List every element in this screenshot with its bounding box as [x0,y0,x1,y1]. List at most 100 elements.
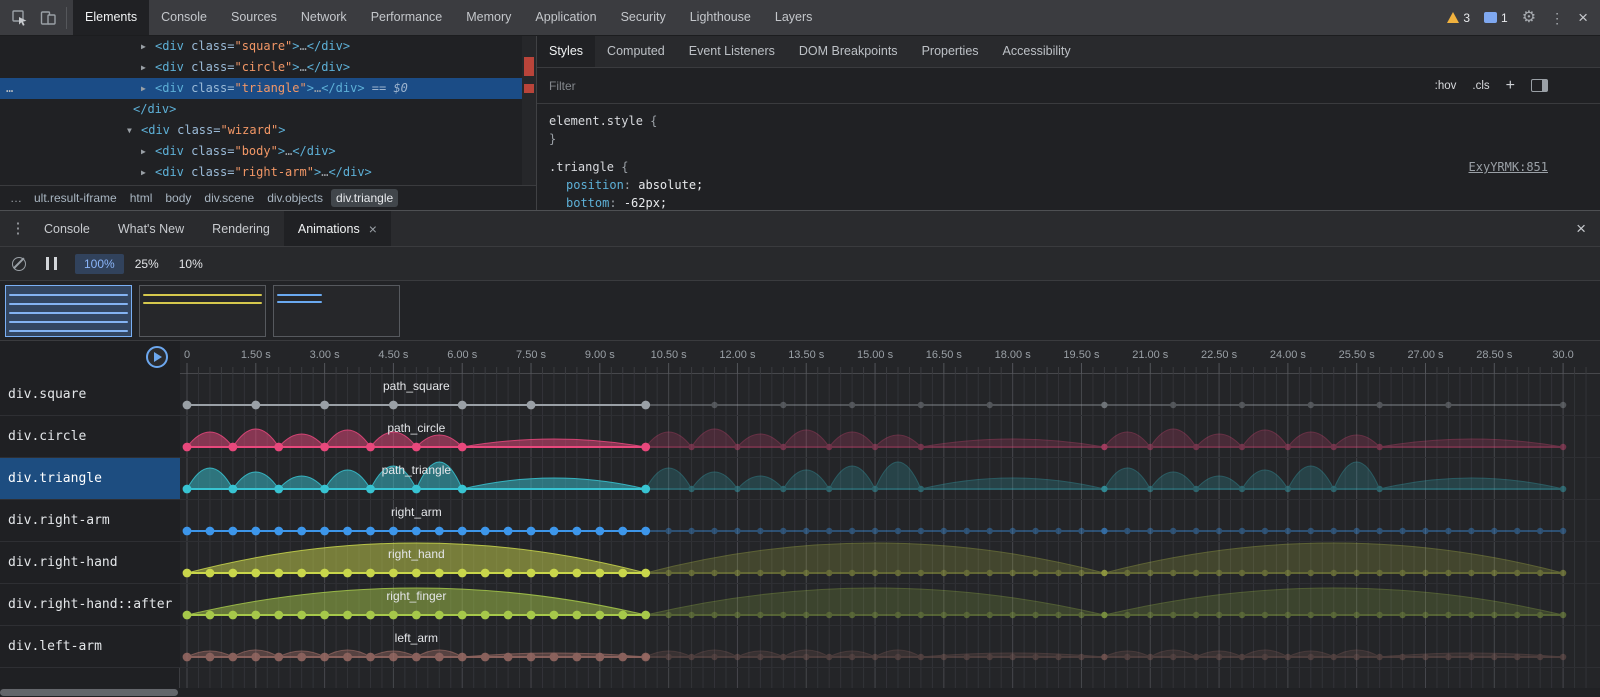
tab-elements[interactable]: Elements [73,0,149,35]
animation-track[interactable]: path_triangle [180,458,1600,499]
drawer-tab-what-s-new[interactable]: What's New [104,211,198,246]
playback-rate-button[interactable]: 100% [75,254,124,274]
dom-node[interactable]: </div> [0,99,522,120]
tab-performance[interactable]: Performance [359,0,455,35]
breadcrumb-overflow[interactable]: … [6,191,26,205]
more-options-icon[interactable]: ⋮ [1550,11,1564,25]
more-icon[interactable]: … [6,78,14,99]
breadcrumb-item[interactable]: body [160,189,196,207]
track-canvas: right_finger [180,584,1600,626]
disclosure-triangle-icon[interactable]: ▶ [141,36,146,57]
sidebar-toggle-icon[interactable] [1531,79,1548,92]
animation-preview[interactable] [139,285,266,337]
inspect-icon[interactable] [12,10,28,26]
drawer-tab-console[interactable]: Console [30,211,104,246]
breadcrumb-item[interactable]: ult.result-iframe [29,189,122,207]
tab-computed[interactable]: Computed [595,36,677,67]
horizontal-scrollbar[interactable] [0,688,1600,697]
disclosure-triangle-icon[interactable]: ▼ [127,120,132,141]
elements-scrollbar[interactable] [522,36,536,185]
tab-accessibility[interactable]: Accessibility [991,36,1083,67]
styles-tab-strip: StylesComputedEvent ListenersDOM Breakpo… [537,36,1600,68]
animation-track[interactable]: right_finger [180,584,1600,625]
syntax-token: } [549,132,556,146]
animation-node-label[interactable]: div.right-hand::after [0,584,180,625]
drawer-tab-animations[interactable]: Animations× [284,211,391,246]
tab-event-listeners[interactable]: Event Listeners [677,36,787,67]
device-toolbar-icon[interactable] [40,10,56,26]
tab-lighthouse[interactable]: Lighthouse [678,0,763,35]
playback-rate-group: 100%25%10% [75,254,212,274]
disclosure-triangle-icon[interactable]: ▶ [141,141,146,162]
styles-filter-input[interactable] [549,79,769,93]
syntax-token: … [300,60,307,74]
toggle-element-state-button[interactable]: :hov [1435,80,1457,92]
syntax-token: > [278,144,285,158]
settings-icon[interactable]: ⚙ [1522,11,1536,25]
timeline-body: div.squarepath_squarediv.circlepath_circ… [0,374,1600,697]
animation-node-label[interactable]: div.right-arm [0,500,180,541]
animation-track[interactable]: right_hand [180,542,1600,583]
style-source-link[interactable]: ExyYRMK:851 [1469,158,1548,176]
close-drawer-icon[interactable]: × [1576,219,1586,239]
tab-security[interactable]: Security [609,0,678,35]
animation-track[interactable]: left_arm [180,626,1600,667]
warning-count: 3 [1463,11,1470,25]
dom-node[interactable]: …▶<div class="triangle">…</div> == $0 [0,78,522,99]
close-tab-icon[interactable]: × [369,221,377,237]
playback-rate-button[interactable]: 10% [170,254,212,274]
svg-text:right_arm: right_arm [391,505,442,519]
messages-indicator[interactable]: 1 [1484,11,1508,25]
disclosure-triangle-icon[interactable]: ▶ [141,162,146,183]
dom-node[interactable]: ▶<div class="square">…</div> [0,36,522,57]
svg-text:22.50 s: 22.50 s [1201,349,1238,361]
breadcrumb-item[interactable]: div.objects [262,189,328,207]
breadcrumb-item[interactable]: div.triangle [331,189,398,207]
drawer-menu-icon[interactable]: ⋮ [6,222,30,236]
new-style-rule-button[interactable]: + [1506,79,1515,93]
tab-dom-breakpoints[interactable]: DOM Breakpoints [787,36,910,67]
warnings-indicator[interactable]: 3 [1447,11,1470,25]
tab-properties[interactable]: Properties [910,36,991,67]
dom-node[interactable]: ▶<div class="body">…</div> [0,141,522,162]
syntax-token: "square" [234,39,292,53]
close-devtools-icon[interactable]: × [1578,11,1588,25]
breadcrumb-item[interactable]: div.scene [199,189,259,207]
pause-icon[interactable] [46,257,57,270]
tab-sources[interactable]: Sources [219,0,289,35]
syntax-token: > [292,60,299,74]
preview-line [9,321,128,323]
svg-text:13.50 s: 13.50 s [788,349,825,361]
animation-track[interactable]: path_square [180,374,1600,415]
playback-rate-button[interactable]: 25% [126,254,168,274]
disclosure-triangle-icon[interactable]: ▶ [141,78,146,99]
animation-node-label[interactable]: div.right-hand [0,542,180,583]
animation-track[interactable]: path_circle [180,416,1600,457]
dom-node[interactable]: ▶<div class="circle">…</div> [0,57,522,78]
element-classes-button[interactable]: .cls [1472,80,1489,92]
animation-node-label[interactable]: div.circle [0,416,180,457]
tab-network[interactable]: Network [289,0,359,35]
svg-text:15.00 s: 15.00 s [857,349,894,361]
breadcrumb-item[interactable]: html [125,189,158,207]
syntax-token: </div> [328,165,371,179]
ruler-scale: 01.50 s3.00 s4.50 s6.00 s7.50 s9.00 s10.… [180,341,1600,374]
animation-node-label[interactable]: div.square [0,374,180,415]
animation-preview[interactable] [273,285,400,337]
tab-memory[interactable]: Memory [454,0,523,35]
dom-node[interactable]: ▶<div class="right-arm">…</div> [0,162,522,183]
animation-node-label[interactable]: div.left-arm [0,626,180,667]
tab-application[interactable]: Application [523,0,608,35]
scrollbar-thumb[interactable] [0,689,178,696]
tab-console[interactable]: Console [149,0,219,35]
animation-preview[interactable] [5,285,132,337]
clear-all-icon[interactable] [12,257,26,271]
tab-styles[interactable]: Styles [537,36,595,67]
replay-icon[interactable] [146,346,168,368]
drawer-tab-rendering[interactable]: Rendering [198,211,284,246]
animation-track[interactable]: right_arm [180,500,1600,541]
animation-node-label[interactable]: div.triangle [0,458,180,499]
dom-node[interactable]: ▼<div class="wizard"> [0,120,522,141]
tab-layers[interactable]: Layers [763,0,825,35]
disclosure-triangle-icon[interactable]: ▶ [141,57,146,78]
